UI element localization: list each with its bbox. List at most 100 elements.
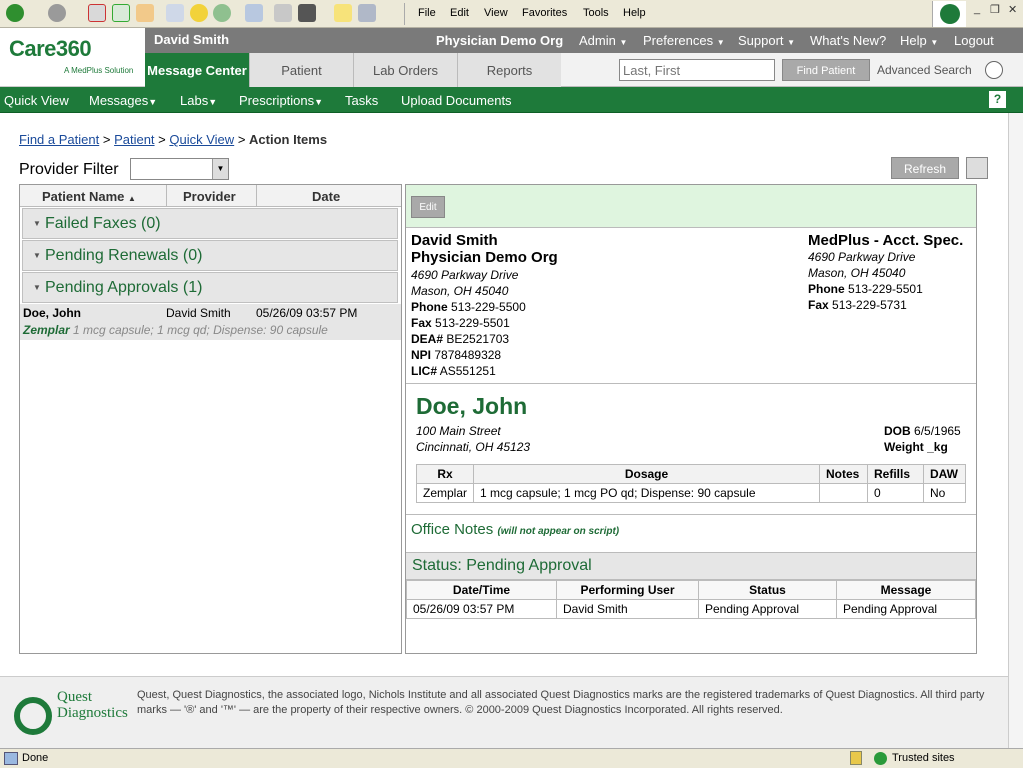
close-icon[interactable]: ✕ [1008,3,1017,16]
patient-address: 100 Main Street Cincinnati, OH 45123 [416,423,530,455]
breadcrumb-current: Action Items [249,132,328,147]
tab-lab-orders[interactable]: Lab Orders [353,53,457,87]
home-icon[interactable] [136,4,154,22]
print-icon[interactable] [966,157,988,179]
menu-favorites[interactable]: Favorites [522,7,567,19]
patient-name: Doe, John [416,393,528,419]
tab-message-center[interactable]: Message Center [145,53,249,87]
refresh-icon[interactable] [112,4,130,22]
phone-label: Phone [411,300,448,314]
chevron-down-icon: ▼ [33,251,41,260]
nav-upload-documents[interactable]: Upload Documents [401,93,512,108]
item-drug-line: Zemplar 1 mcg capsule; 1 mcg qd; Dispens… [23,323,328,337]
status-cell-message: Pending Approval [836,599,976,619]
group-pending-approvals[interactable]: ▼ Pending Approvals (1) [22,272,398,303]
status-cell-datetime: 05/26/09 03:57 PM [406,599,557,619]
advanced-search-link[interactable]: Advanced Search [877,63,972,77]
tab-patient[interactable]: Patient [249,53,353,87]
npi-label: NPI [411,348,432,362]
nav-labs[interactable]: Labs▼ [180,93,217,108]
breadcrumb-quick-view[interactable]: Quick View [169,132,234,147]
status-text: Done [22,752,49,764]
group-pending-renewals[interactable]: ▼ Pending Renewals (0) [22,240,398,271]
minimize-icon[interactable]: _ [974,3,980,15]
menu-file[interactable]: File [418,7,436,19]
quest-brand: Quest Diagnostics [57,689,128,721]
logout-link[interactable]: Logout [954,33,994,48]
history-icon[interactable] [213,4,231,22]
office-notes: Office Notes (will not appear on script) [411,521,619,538]
print-icon[interactable] [274,4,292,22]
patient-search-input[interactable] [619,59,775,81]
zone-text: Trusted sites [892,752,955,764]
search-icon[interactable] [166,4,184,22]
menu-help[interactable]: Help ▼ [900,33,938,48]
chevron-down-icon: ▼ [33,283,41,292]
help-person-icon[interactable] [985,61,1003,79]
nav-labs-label: Labs [180,93,209,108]
stop-icon[interactable] [88,4,106,22]
lock-icon [850,751,862,765]
back-icon[interactable] [6,4,24,22]
menu-help[interactable]: Help [623,7,646,19]
col-provider[interactable]: Provider [183,189,236,204]
group-pending-approvals-label: Pending Approvals (1) [45,279,203,296]
prescriber-dea: BE2521703 [446,332,510,346]
nav-quick-view[interactable]: Quick View [4,93,69,108]
find-patient-button[interactable]: Find Patient [782,59,870,81]
chevron-down-icon: ▼ [148,97,158,107]
edit-icon[interactable] [298,4,316,22]
menu-view[interactable]: View [484,7,508,19]
column-divider [256,185,257,207]
breadcrumb-patient[interactable]: Patient [114,132,154,147]
main-tabs: Message Center Patient Lab Orders Report… [145,53,1023,87]
breadcrumb-find-patient[interactable]: Find a Patient [19,132,99,147]
office-notes-label: Office Notes [411,521,494,538]
prescriber-phone-row: Phone 513-229-5500 [411,299,558,315]
menu-whats-new[interactable]: What's New? [810,33,886,48]
breadcrumb-sep: > [102,132,111,147]
sort-asc-icon: ▲ [128,194,136,203]
status-cell-user: David Smith [556,599,699,619]
status-table: Date/Time Performing User Status Message… [406,580,976,619]
list-item[interactable]: Doe, John David Smith 05/26/09 03:57 PM … [20,304,401,340]
group-failed-faxes[interactable]: ▼ Failed Faxes (0) [22,208,398,239]
rx-col-dosage: Dosage [473,464,820,484]
mail-icon[interactable] [245,4,263,22]
favorites-icon[interactable] [190,4,208,22]
discuss-icon[interactable] [334,4,352,22]
provider-filter-label: Provider Filter [19,161,119,178]
menu-admin[interactable]: Admin ▼ [579,33,627,48]
vertical-scrollbar[interactable] [1008,113,1023,748]
item-drug: Zemplar [23,323,70,337]
refresh-button[interactable]: Refresh [891,157,959,179]
help-icon[interactable]: ? [989,91,1006,108]
org-name: Physician Demo Org [436,33,564,48]
restore-icon[interactable]: ❐ [990,3,1000,16]
menu-preferences[interactable]: Preferences ▼ [643,33,725,48]
status-col-status: Status [698,580,837,600]
ie-logo [932,1,966,27]
nav-prescriptions[interactable]: Prescriptions▼ [239,93,323,108]
forward-icon[interactable] [48,4,66,22]
nav-messages[interactable]: Messages▼ [89,93,157,108]
toolbar-divider [404,3,405,25]
item-patient: Doe, John [23,306,82,320]
messenger-icon[interactable] [358,4,376,22]
chevron-down-icon: ▼ [208,97,218,107]
tab-reports[interactable]: Reports [457,53,561,87]
col-date[interactable]: Date [312,189,340,204]
menu-tools[interactable]: Tools [583,7,609,19]
menu-edit[interactable]: Edit [450,7,469,19]
prescriber-addr1: 4690 Parkway Drive [411,268,519,282]
divider [406,383,976,384]
nav-tasks[interactable]: Tasks [345,93,378,108]
rx-col-notes: Notes [819,464,868,484]
col-patient-name-label: Patient Name [42,189,125,204]
rx-table: Rx Dosage Notes Refills DAW Zemplar 1 mc… [415,464,966,503]
col-patient-name[interactable]: Patient Name ▲ [42,189,136,204]
menu-support[interactable]: Support ▼ [738,33,795,48]
edit-button[interactable]: Edit [411,196,445,218]
browser-toolbar: File Edit View Favorites Tools Help _ ❐ … [0,0,1023,28]
provider-filter-select[interactable]: ▼ [130,158,229,180]
